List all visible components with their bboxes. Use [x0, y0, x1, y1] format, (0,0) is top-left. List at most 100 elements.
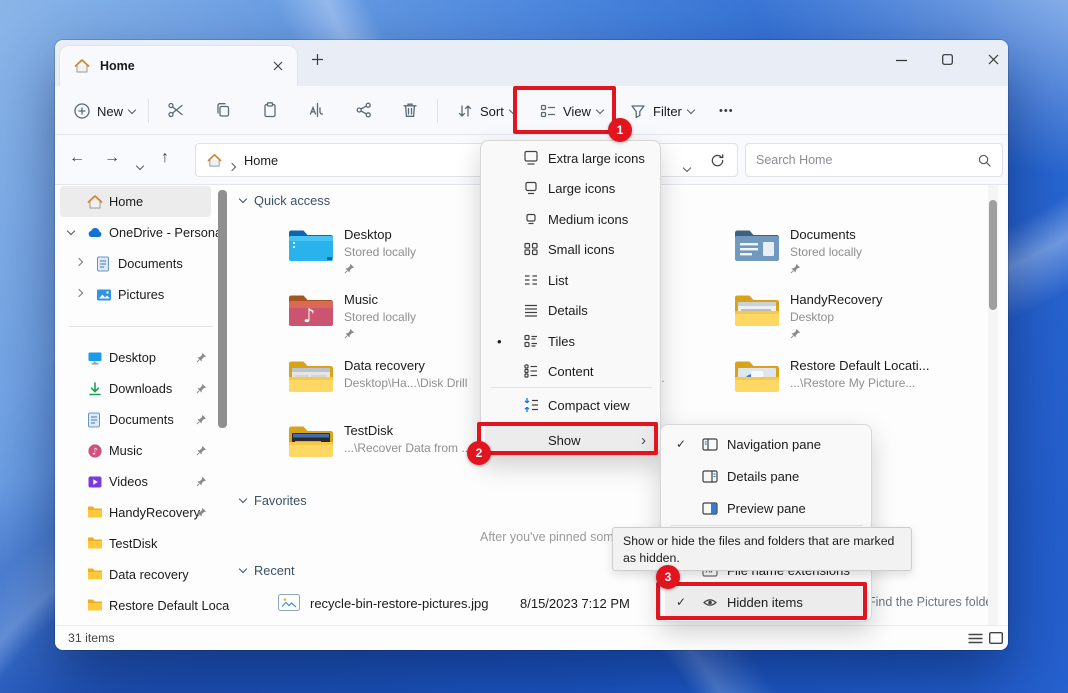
- search-icon[interactable]: [977, 153, 992, 168]
- home-icon: [74, 58, 90, 74]
- sort-button[interactable]: Sort: [452, 98, 520, 124]
- section-quick-access[interactable]: Quick access: [240, 193, 330, 208]
- sidebar-item-onedrive[interactable]: OneDrive - Personal: [60, 217, 211, 248]
- tiles-icon: [522, 332, 540, 350]
- details-icon: [522, 301, 540, 319]
- up-icon[interactable]: ↑: [161, 149, 169, 167]
- file-explorer-window: Home New: [55, 40, 1008, 650]
- paste-button[interactable]: [261, 101, 279, 119]
- new-tab-button[interactable]: [311, 53, 324, 66]
- section-recent[interactable]: Recent: [240, 563, 295, 578]
- section-header-label: Quick access: [254, 193, 330, 208]
- files-folder-icon: [733, 356, 781, 396]
- folder-icon: [87, 505, 103, 521]
- sidebar-item-documents-pinned[interactable]: Documents: [60, 404, 211, 435]
- plus-circle-icon: [73, 102, 91, 120]
- menu-item-extra-large-icons[interactable]: Extra large icons: [485, 143, 658, 173]
- sidebar-item-music[interactable]: ♪ Music: [60, 435, 211, 466]
- sort-icon: [456, 102, 474, 120]
- details-view-toggle-icon[interactable]: [968, 633, 983, 644]
- tile-handyrecovery[interactable]: HandyRecovery Desktop: [733, 290, 1008, 350]
- filter-icon: [629, 102, 647, 120]
- tab-bar: Home: [55, 40, 1008, 86]
- menu-item-large-icons[interactable]: Large icons: [485, 173, 658, 203]
- see-more-button[interactable]: •••: [715, 98, 738, 124]
- music-icon: ♪: [87, 443, 103, 459]
- sidebar-item-restore-default[interactable]: Restore Default Loca: [60, 590, 211, 621]
- sidebar-item-handyrecovery[interactable]: HandyRecovery: [60, 497, 211, 528]
- submenu-item-preview-pane[interactable]: Preview pane: [665, 493, 869, 523]
- address-dropdown-icon[interactable]: [684, 158, 690, 176]
- back-icon[interactable]: ←: [69, 149, 85, 167]
- pin-icon: [196, 414, 207, 425]
- pin-icon: [196, 476, 207, 487]
- search-input[interactable]: [756, 145, 966, 175]
- sidebar-scrollbar[interactable]: [218, 190, 227, 428]
- chevron-right-icon[interactable]: [75, 258, 83, 266]
- content-scrollbar-thumb[interactable]: [989, 200, 997, 310]
- music-folder-icon: ♪: [287, 290, 335, 330]
- sidebar-item-downloads[interactable]: Downloads: [60, 373, 211, 404]
- share-button[interactable]: [355, 101, 373, 119]
- home-icon: [207, 153, 222, 168]
- new-button[interactable]: New: [69, 98, 139, 124]
- search-box[interactable]: [745, 143, 1003, 177]
- annotation-step-3: 3: [656, 565, 680, 589]
- minimize-button[interactable]: [896, 59, 907, 62]
- tile-documents[interactable]: Documents Stored locally: [733, 225, 1008, 285]
- close-button[interactable]: [988, 54, 999, 65]
- rename-button[interactable]: [308, 101, 326, 119]
- sidebar-item-videos[interactable]: Videos: [60, 466, 211, 497]
- section-header-label: Favorites: [254, 493, 307, 508]
- submenu-item-details-pane[interactable]: Details pane: [665, 461, 869, 491]
- chevron-down-icon[interactable]: [67, 227, 75, 235]
- svg-text:♪: ♪: [92, 446, 98, 457]
- files-folder-icon: [287, 356, 335, 396]
- sidebar-item-data-recovery[interactable]: Data recovery: [60, 559, 211, 590]
- chevron-down-icon: [239, 495, 247, 503]
- tab-close-icon[interactable]: [273, 61, 283, 71]
- section-favorites[interactable]: Favorites: [240, 493, 307, 508]
- menu-item-medium-icons[interactable]: Medium icons: [485, 204, 658, 234]
- status-bar: 31 items: [55, 625, 1008, 650]
- pictures-icon: [96, 287, 112, 303]
- list-icon: [522, 271, 540, 289]
- thumbnail-view-toggle-icon[interactable]: [989, 632, 1003, 644]
- navigation-pane: Home OneDrive - Personal Documents Pictu…: [55, 185, 232, 625]
- desktop-wallpaper: Home New: [0, 0, 1068, 693]
- sidebar-item-pictures[interactable]: Pictures: [60, 279, 211, 310]
- sidebar-item-testdisk[interactable]: TestDisk: [60, 528, 211, 559]
- hidden-items-tooltip: Show or hide the files and folders that …: [612, 527, 912, 571]
- refresh-icon[interactable]: [710, 153, 725, 168]
- menu-item-list[interactable]: List: [485, 265, 658, 295]
- recent-file-name: recycle-bin-restore-pictures.jpg: [310, 596, 488, 611]
- sidebar-item-documents[interactable]: Documents: [60, 248, 211, 279]
- chevron-down-icon: [239, 565, 247, 573]
- tab-home[interactable]: Home: [60, 46, 297, 86]
- new-button-label: New: [97, 104, 123, 119]
- menu-item-content[interactable]: Content: [485, 356, 658, 386]
- maximize-button[interactable]: [942, 54, 953, 65]
- forward-icon[interactable]: →: [104, 149, 120, 167]
- cut-button[interactable]: [167, 101, 185, 119]
- filter-button[interactable]: Filter: [625, 98, 698, 124]
- pin-icon: [790, 263, 801, 274]
- chevron-right-icon[interactable]: [75, 289, 83, 297]
- menu-item-tiles[interactable]: • Tiles: [485, 326, 658, 356]
- filter-button-label: Filter: [653, 104, 682, 119]
- menu-item-small-icons[interactable]: Small icons: [485, 234, 658, 264]
- menu-item-compact-view[interactable]: Compact view: [485, 390, 658, 420]
- menu-item-details[interactable]: Details: [485, 295, 658, 325]
- submenu-item-navigation-pane[interactable]: ✓ Navigation pane: [665, 429, 869, 459]
- sidebar-item-desktop[interactable]: Desktop: [60, 342, 211, 373]
- delete-button[interactable]: [401, 101, 419, 119]
- menu-separator: [671, 525, 863, 526]
- history-chevron-icon[interactable]: [137, 156, 143, 174]
- tile-restore-default[interactable]: Restore Default Locati... ...\Restore My…: [733, 356, 1008, 416]
- compact-view-icon: [522, 396, 540, 414]
- sidebar-item-home[interactable]: Home: [60, 186, 211, 217]
- svg-text:♪: ♪: [303, 305, 315, 327]
- breadcrumb[interactable]: Home: [244, 153, 278, 168]
- details-pane-icon: [701, 468, 719, 485]
- copy-button[interactable]: [214, 101, 232, 119]
